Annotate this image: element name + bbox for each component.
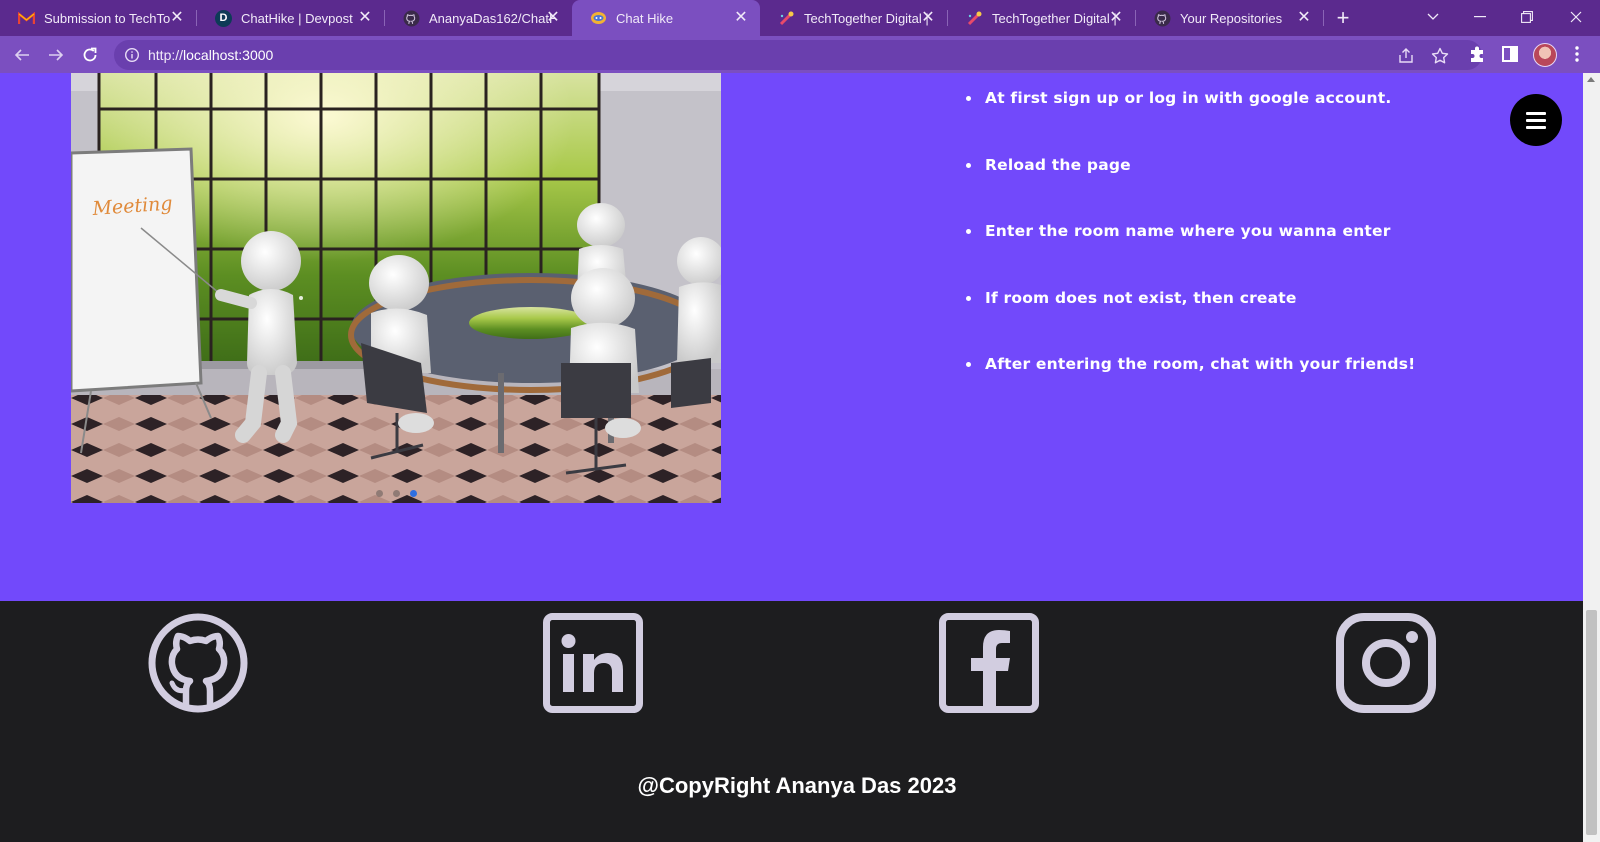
instructions-list: At first sign up or log in with google a… <box>966 89 1455 422</box>
url-host: localhost:3000 <box>183 47 274 63</box>
url-scheme: http:// <box>148 47 184 63</box>
instruction-item: Reload the page <box>966 156 1455 223</box>
vertical-scrollbar[interactable] <box>1583 73 1600 842</box>
restore-icon[interactable] <box>1504 0 1550 34</box>
github-icon[interactable] <box>148 613 248 713</box>
minimize-icon[interactable] <box>1457 0 1503 34</box>
tab-search-chevron-icon[interactable] <box>1410 0 1456 34</box>
tab-close-icon[interactable]: ✕ <box>732 9 750 27</box>
carousel-dot[interactable] <box>375 490 383 497</box>
tab-close-icon[interactable]: ✕ <box>356 9 374 27</box>
url-text[interactable]: http://localhost:3000 <box>148 47 273 63</box>
reload-icon[interactable] <box>76 41 104 69</box>
tab-devpost[interactable]: D ChatHike | Devpost ✕ <box>197 0 384 36</box>
tab-github-chathike[interactable]: AnanyaDas162/ChatHike ✕ <box>385 0 572 36</box>
tab-title: AnanyaDas162/ChatHike <box>429 10 555 26</box>
linkedin-icon[interactable] <box>543 613 643 713</box>
close-window-icon[interactable] <box>1553 0 1599 34</box>
extensions-puzzle-icon[interactable] <box>1467 44 1489 66</box>
new-tab-button[interactable]: + <box>1330 5 1356 31</box>
hamburger-bar <box>1526 111 1546 115</box>
tab-title: Submission to TechTogether <box>44 10 170 26</box>
github-icon <box>403 10 420 27</box>
footer: @CopyRight Ananya Das 2023 <box>0 601 1583 842</box>
profile-avatar[interactable] <box>1533 43 1557 67</box>
tab-gmail[interactable]: Submission to TechTogether ✕ <box>0 0 196 36</box>
browser-toolbar: http://localhost:3000 <box>0 36 1600 73</box>
tab-your-repositories[interactable]: Your Repositories ✕ <box>1136 0 1323 36</box>
back-arrow-icon[interactable] <box>8 41 36 69</box>
tab-title: TechTogether Digital | <box>992 10 1117 26</box>
techtogether-icon <box>966 10 983 27</box>
tab-chat-hike[interactable]: Chat Hike ✕ <box>572 0 760 36</box>
tab-close-icon[interactable]: ✕ <box>544 9 562 27</box>
tab-techtogether-1[interactable]: TechTogether Digital | ✕ <box>760 0 947 36</box>
tab-close-icon[interactable]: ✕ <box>919 9 937 27</box>
carousel-dot-active[interactable] <box>409 490 417 497</box>
hamburger-bar <box>1526 125 1546 129</box>
side-panel-icon[interactable] <box>1500 44 1522 66</box>
bookmark-star-icon[interactable] <box>1430 46 1450 66</box>
page-content: Meeting At first sign up or log in with … <box>0 73 1583 842</box>
tab-title: Chat Hike <box>616 10 674 26</box>
tab-title: ChatHike | Devpost <box>241 10 353 26</box>
gmail-icon <box>18 10 35 27</box>
devpost-icon: D <box>215 9 232 27</box>
instagram-icon[interactable] <box>1336 613 1436 713</box>
github-icon <box>1154 10 1171 27</box>
tab-close-icon[interactable]: ✕ <box>1295 9 1313 27</box>
chat-hike-icon <box>590 10 607 27</box>
hamburger-bar <box>1526 118 1546 122</box>
kebab-menu-icon[interactable] <box>1567 44 1589 66</box>
tab-title: Your Repositories <box>1180 10 1283 26</box>
instruction-item: If room does not exist, then create <box>966 289 1455 356</box>
scrollbar-thumb[interactable] <box>1586 610 1597 835</box>
meeting-room-image-carousel[interactable]: Meeting <box>71 73 721 503</box>
share-icon[interactable] <box>1396 46 1416 66</box>
meeting-room-illustration: Meeting <box>71 73 721 503</box>
tab-title: TechTogether Digital | <box>804 10 929 26</box>
tab-close-icon[interactable]: ✕ <box>1107 9 1125 27</box>
tab-close-icon[interactable]: ✕ <box>168 9 186 27</box>
techtogether-icon <box>778 10 795 27</box>
scroll-up-arrow-icon[interactable] <box>1587 77 1595 82</box>
instruction-item: After entering the room, chat with your … <box>966 355 1455 422</box>
instruction-item: Enter the room name where you wanna ente… <box>966 222 1455 289</box>
browser-tab-strip: Submission to TechTogether ✕ D ChatHike … <box>0 0 1600 36</box>
tab-separator <box>1323 10 1324 26</box>
tab-techtogether-2[interactable]: TechTogether Digital | ✕ <box>948 0 1135 36</box>
instruction-item: At first sign up or log in with google a… <box>966 89 1455 156</box>
hamburger-menu-button[interactable] <box>1510 94 1562 146</box>
forward-arrow-icon[interactable] <box>42 41 70 69</box>
copyright-text: @CopyRight Ananya Das 2023 <box>637 773 957 798</box>
address-bar[interactable]: http://localhost:3000 <box>114 40 1482 70</box>
site-info-icon[interactable] <box>124 47 140 63</box>
facebook-icon[interactable] <box>939 613 1039 713</box>
carousel-indicators <box>71 490 721 497</box>
carousel-dot[interactable] <box>392 490 400 497</box>
